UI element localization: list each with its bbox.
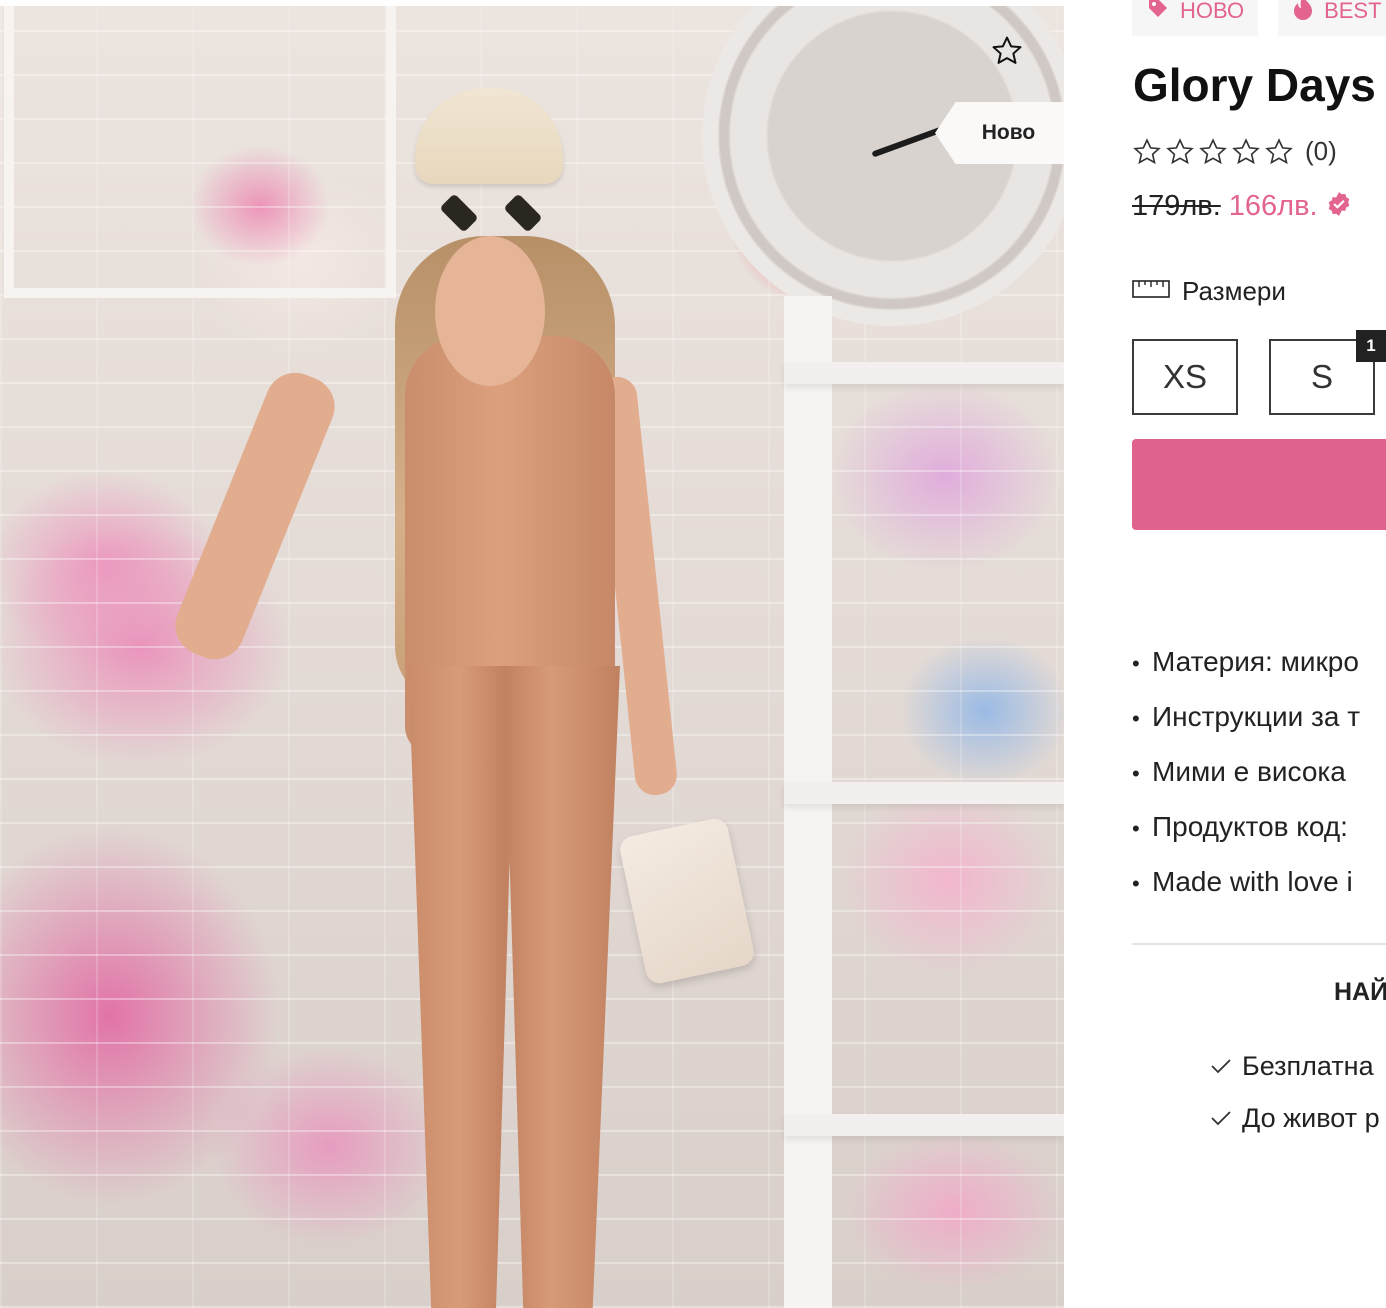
checkmark-icon bbox=[1210, 1094, 1232, 1142]
rating-count: (0) bbox=[1305, 136, 1337, 166]
section-divider bbox=[1132, 943, 1386, 945]
new-ribbon-badge: Ново bbox=[935, 102, 1064, 164]
shelf-board bbox=[784, 362, 1064, 384]
feature-item: • Мими е висока bbox=[1132, 756, 1346, 787]
fire-icon bbox=[1292, 0, 1314, 27]
badge-new: НОВО bbox=[1132, 0, 1259, 36]
product-rating[interactable]: (0) bbox=[1132, 136, 1337, 167]
feature-item: • Материя: микро bbox=[1132, 646, 1359, 677]
rating-star-icon bbox=[1133, 137, 1161, 164]
shelf-board bbox=[784, 1114, 1064, 1136]
size-guide-label: Размери bbox=[1182, 276, 1286, 306]
feature-item: • Made with love i bbox=[1132, 866, 1353, 897]
product-features-list: • Материя: микро • Инструкции за т • Мими е… bbox=[1132, 636, 1360, 911]
perk-item: До живот р bbox=[1210, 1092, 1380, 1144]
size-guide-link[interactable]: Размери bbox=[1132, 276, 1286, 307]
stock-count-badge: 1 bbox=[1356, 330, 1386, 362]
rating-star-icon bbox=[1232, 137, 1260, 164]
sale-price: 166лв. bbox=[1228, 190, 1318, 222]
product-image[interactable]: Ново bbox=[0, 6, 1064, 1308]
rating-star-icon bbox=[1265, 137, 1293, 164]
old-price: 179лв. bbox=[1132, 190, 1221, 222]
badge-best-label: BEST bbox=[1324, 0, 1382, 23]
size-option-xs[interactable]: XS bbox=[1132, 339, 1238, 415]
feature-item: • Продуктов код: bbox=[1132, 811, 1348, 842]
perks-list: Безплатна До живот р bbox=[1210, 1040, 1380, 1144]
model-figure bbox=[166, 88, 757, 1308]
product-badges: НОВО BEST bbox=[1132, 0, 1386, 36]
section-heading: НАЙ bbox=[1334, 978, 1386, 1006]
checkmark-icon bbox=[1210, 1042, 1232, 1090]
jumpsuit-legs bbox=[408, 666, 620, 1308]
new-ribbon-label: Ново bbox=[981, 121, 1036, 144]
wishlist-star-icon[interactable] bbox=[990, 34, 1024, 68]
add-to-cart-button[interactable] bbox=[1132, 439, 1386, 530]
rating-star-icon bbox=[1166, 137, 1194, 164]
product-info-panel: НОВО BEST Glory Days (0) 179лв. 166лв. Р… bbox=[1064, 0, 1386, 1308]
size-option-label: S bbox=[1310, 358, 1333, 395]
model-face bbox=[435, 236, 545, 386]
rating-star-icon bbox=[1199, 137, 1227, 164]
badge-best: BEST bbox=[1278, 0, 1386, 36]
tag-icon bbox=[1146, 0, 1170, 26]
verified-badge-icon bbox=[1326, 191, 1352, 222]
badge-new-label: НОВО bbox=[1180, 0, 1245, 23]
price-block: 179лв. 166лв. bbox=[1132, 190, 1352, 223]
perk-item: Безплатна bbox=[1210, 1040, 1380, 1092]
size-option-label: XS bbox=[1162, 358, 1208, 395]
product-title: Glory Days bbox=[1133, 59, 1376, 111]
feature-item: • Инструкции за т bbox=[1132, 701, 1361, 732]
ruler-icon bbox=[1132, 279, 1170, 304]
model-sunglasses bbox=[432, 199, 550, 229]
shelf-board bbox=[784, 782, 1064, 804]
